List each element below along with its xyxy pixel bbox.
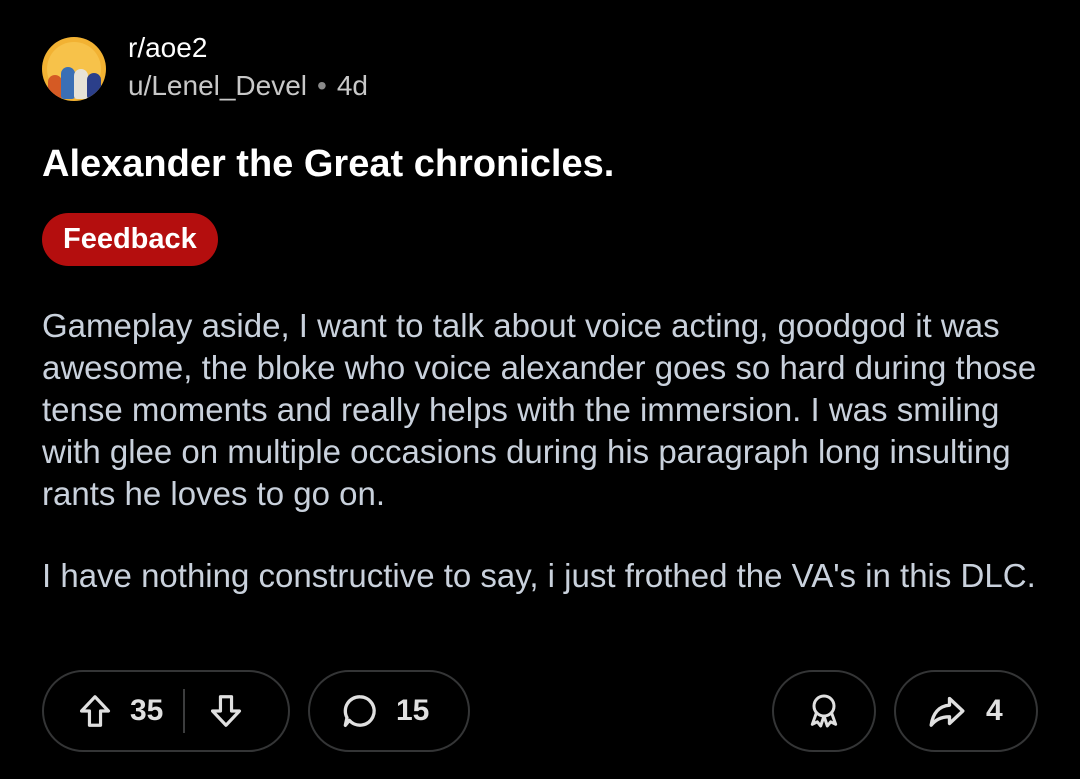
comment-count: 15 xyxy=(396,694,430,727)
post-body: Gameplay aside, I want to talk about voi… xyxy=(42,305,1042,637)
vote-control: 35 xyxy=(42,670,290,752)
vote-divider xyxy=(183,689,186,733)
post-flair[interactable]: Feedback xyxy=(42,213,218,266)
share-button[interactable]: 4 xyxy=(894,670,1038,752)
avatar-figure xyxy=(74,69,88,99)
avatar-figure xyxy=(48,75,62,99)
meta-separator: • xyxy=(317,70,327,101)
avatar-figure xyxy=(61,67,75,99)
author-link[interactable]: u/Lenel_Devel xyxy=(128,70,307,102)
post-action-bar: 35 15 4 xyxy=(42,670,1038,754)
post-title: Alexander the Great chronicles. xyxy=(42,143,615,185)
share-count: 4 xyxy=(986,694,1003,727)
comment-bubble-icon xyxy=(340,691,380,731)
post-meta: r/aoe2 u/Lenel_Devel • 4d xyxy=(128,32,368,102)
award-ribbon-icon xyxy=(804,691,844,731)
arrow-up-icon[interactable] xyxy=(76,692,114,730)
award-button[interactable] xyxy=(772,670,876,752)
post-paragraph: I have nothing constructive to say, i ju… xyxy=(42,557,1036,594)
comments-button[interactable]: 15 xyxy=(308,670,470,752)
subreddit-avatar[interactable] xyxy=(42,37,106,101)
upvote-count: 35 xyxy=(130,694,164,727)
subreddit-link[interactable]: r/aoe2 xyxy=(128,32,368,64)
author-line: u/Lenel_Devel • 4d xyxy=(128,70,368,102)
avatar-figure xyxy=(87,73,101,99)
post-paragraph: Gameplay aside, I want to talk about voi… xyxy=(42,307,1037,512)
post-header: r/aoe2 u/Lenel_Devel • 4d xyxy=(42,32,368,102)
post-age: 4d xyxy=(336,70,368,101)
arrow-down-icon[interactable] xyxy=(207,692,245,730)
share-arrow-icon xyxy=(926,691,968,731)
